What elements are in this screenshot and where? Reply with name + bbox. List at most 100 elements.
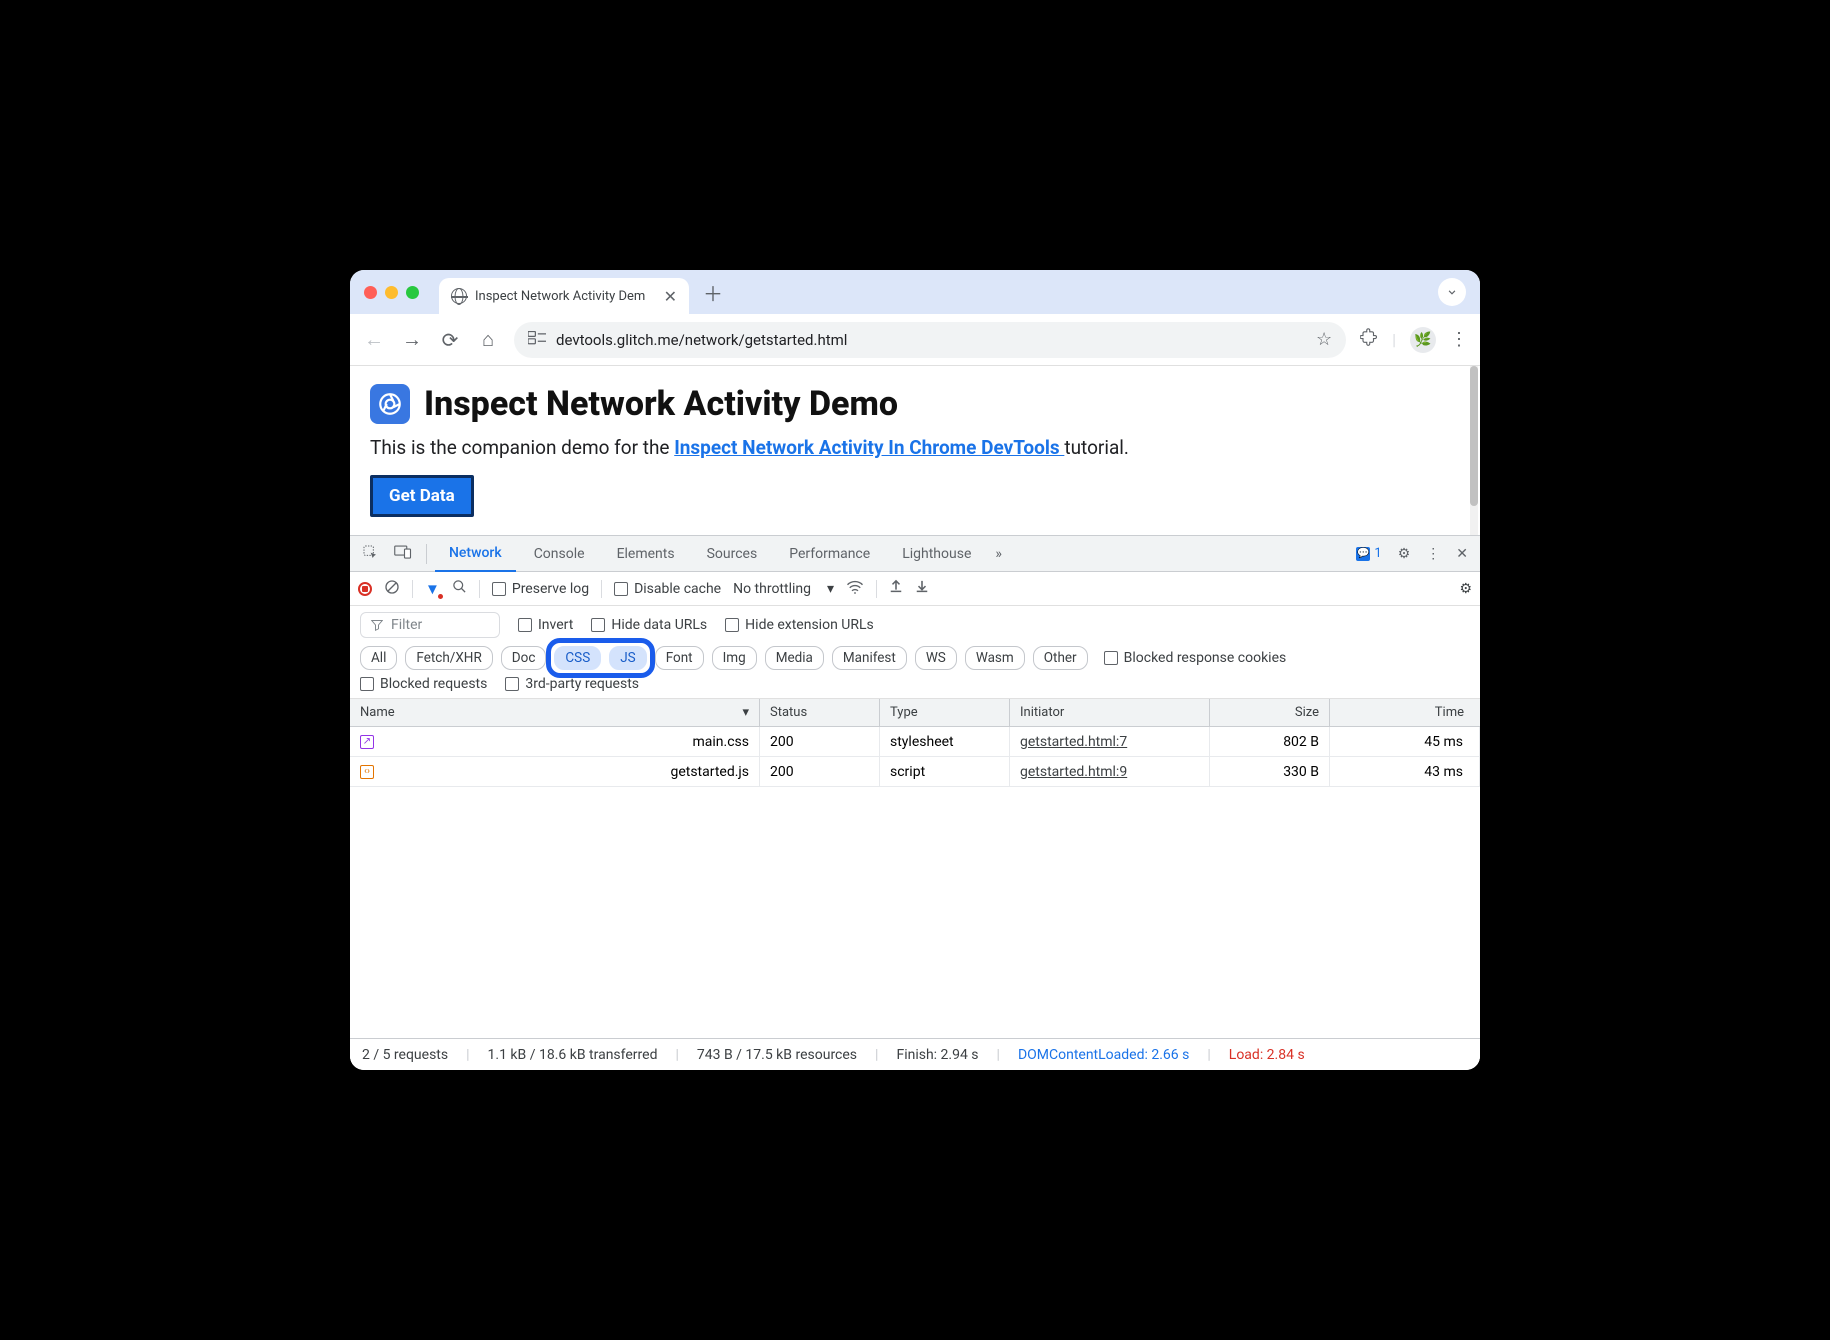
network-settings-icon[interactable]: ⚙ <box>1459 581 1472 597</box>
close-tab-button[interactable]: ✕ <box>664 287 677 306</box>
expand-window-button[interactable] <box>1438 278 1466 306</box>
funnel-icon <box>371 619 383 631</box>
devtools-menu-icon[interactable]: ⋮ <box>1420 546 1446 562</box>
js-file-icon: ‹› <box>360 765 374 779</box>
export-har-icon[interactable] <box>915 579 929 599</box>
type-pill-wasm[interactable]: Wasm <box>965 646 1025 670</box>
type-pill-manifest[interactable]: Manifest <box>832 646 907 670</box>
home-button[interactable]: ⌂ <box>476 327 500 352</box>
type-pill-img[interactable]: Img <box>712 646 757 670</box>
page-subtitle: This is the companion demo for the Inspe… <box>370 436 1460 459</box>
status-domcontentloaded: DOMContentLoaded: 2.66 s <box>1018 1047 1189 1063</box>
type-pill-css[interactable]: CSS <box>554 646 601 670</box>
site-controls-icon[interactable] <box>528 331 546 349</box>
maximize-window-button[interactable] <box>406 286 419 299</box>
hide-data-urls-checkbox[interactable]: Hide data URLs <box>591 617 707 633</box>
devtools-logo-icon <box>370 384 410 424</box>
filter-toggle-icon[interactable]: ▼ <box>425 580 440 598</box>
grid-header: Name▾ Status Type Initiator Size Time <box>350 699 1480 727</box>
tab-console[interactable]: Console <box>520 536 599 572</box>
invert-checkbox[interactable]: Invert <box>518 617 573 633</box>
status-finish: Finish: 2.94 s <box>896 1047 978 1063</box>
new-tab-button[interactable]: ＋ <box>703 278 723 307</box>
minimize-window-button[interactable] <box>385 286 398 299</box>
network-conditions-icon[interactable] <box>846 580 864 598</box>
grid-body: ↗main.css200stylesheetgetstarted.html:78… <box>350 727 1480 1038</box>
disable-cache-checkbox[interactable]: Disable cache <box>614 581 721 597</box>
type-pill-doc[interactable]: Doc <box>501 646 547 670</box>
window-controls <box>364 286 419 299</box>
browser-window: Inspect Network Activity Dem ✕ ＋ ← → ⟳ ⌂… <box>350 270 1480 1070</box>
tab-elements[interactable]: Elements <box>603 536 689 572</box>
globe-icon <box>451 288 467 304</box>
tab-lighthouse[interactable]: Lighthouse <box>888 536 985 572</box>
col-size[interactable]: Size <box>1210 699 1330 726</box>
type-pill-fetch-xhr[interactable]: Fetch/XHR <box>405 646 492 670</box>
profile-avatar[interactable]: 🌿 <box>1410 327 1436 353</box>
reload-button[interactable]: ⟳ <box>438 328 462 352</box>
tab-strip: Inspect Network Activity Dem ✕ ＋ <box>350 270 1480 314</box>
type-pill-font[interactable]: Font <box>655 646 704 670</box>
issues-badge[interactable]: 💬1 <box>1350 546 1387 561</box>
device-toggle-icon[interactable] <box>388 545 418 563</box>
devtools-tab-bar: Network Console Elements Sources Perform… <box>350 536 1480 572</box>
close-devtools-icon[interactable]: ✕ <box>1450 546 1474 562</box>
status-requests: 2 / 5 requests <box>362 1047 448 1063</box>
status-resources: 743 B / 17.5 kB resources <box>697 1047 857 1063</box>
page-scrollbar[interactable] <box>1470 366 1478 535</box>
bookmark-star-icon[interactable]: ☆ <box>1316 329 1332 350</box>
status-transferred: 1.1 kB / 18.6 kB transferred <box>488 1047 658 1063</box>
browser-toolbar: ← → ⟳ ⌂ devtools.glitch.me/network/getst… <box>350 314 1480 366</box>
address-bar[interactable]: devtools.glitch.me/network/getstarted.ht… <box>514 322 1346 358</box>
tab-network[interactable]: Network <box>435 536 516 572</box>
page-content: Inspect Network Activity Demo This is th… <box>350 366 1480 535</box>
status-load: Load: 2.84 s <box>1229 1047 1305 1063</box>
extensions-icon[interactable] <box>1360 328 1378 351</box>
network-grid: Name▾ Status Type Initiator Size Time ↗m… <box>350 699 1480 1038</box>
url-text: devtools.glitch.me/network/getstarted.ht… <box>556 331 847 349</box>
tab-sources[interactable]: Sources <box>693 536 772 572</box>
tab-title: Inspect Network Activity Dem <box>475 289 645 304</box>
type-pill-all[interactable]: All <box>360 646 397 670</box>
throttling-select[interactable]: No throttling▾ <box>733 581 834 597</box>
third-party-checkbox[interactable]: 3rd-party requests <box>505 676 639 692</box>
blocked-requests-checkbox[interactable]: Blocked requests <box>360 676 487 692</box>
css-file-icon: ↗ <box>360 735 374 749</box>
more-tabs-icon[interactable]: » <box>989 546 1008 562</box>
network-toolbar: ▼ Preserve log Disable cache No throttli… <box>350 572 1480 606</box>
network-status-bar: 2 / 5 requests| 1.1 kB / 18.6 kB transfe… <box>350 1038 1480 1070</box>
type-pill-media[interactable]: Media <box>765 646 824 670</box>
clear-button[interactable] <box>384 579 400 599</box>
blocked-cookies-checkbox[interactable]: Blocked response cookies <box>1104 650 1287 666</box>
table-row[interactable]: ‹›getstarted.js200scriptgetstarted.html:… <box>350 757 1480 787</box>
import-har-icon[interactable] <box>889 579 903 599</box>
type-pill-ws[interactable]: WS <box>915 646 957 670</box>
search-icon[interactable] <box>452 579 467 598</box>
close-window-button[interactable] <box>364 286 377 299</box>
col-name[interactable]: Name▾ <box>350 699 760 726</box>
browser-menu-button[interactable]: ⋮ <box>1450 329 1468 350</box>
tab-performance[interactable]: Performance <box>775 536 884 572</box>
col-status[interactable]: Status <box>760 699 880 726</box>
resource-type-filters: All Fetch/XHR Doc CSS JS Font Img Media Manifest… <box>360 646 1470 670</box>
filter-input[interactable]: Filter <box>360 612 500 638</box>
inspect-element-icon[interactable] <box>356 544 384 564</box>
col-type[interactable]: Type <box>880 699 1010 726</box>
devtools-panel: Network Console Elements Sources Perform… <box>350 535 1480 1070</box>
hide-extension-urls-checkbox[interactable]: Hide extension URLs <box>725 617 874 633</box>
type-pill-other[interactable]: Other <box>1033 646 1088 670</box>
col-initiator[interactable]: Initiator <box>1010 699 1210 726</box>
initiator-link[interactable]: getstarted.html:9 <box>1020 764 1127 780</box>
record-button[interactable] <box>358 582 372 596</box>
forward-button[interactable]: → <box>400 327 424 352</box>
settings-gear-icon[interactable]: ⚙ <box>1392 546 1417 562</box>
initiator-link[interactable]: getstarted.html:7 <box>1020 734 1127 750</box>
table-row[interactable]: ↗main.css200stylesheetgetstarted.html:78… <box>350 727 1480 757</box>
browser-tab[interactable]: Inspect Network Activity Dem ✕ <box>439 278 689 314</box>
preserve-log-checkbox[interactable]: Preserve log <box>492 581 589 597</box>
get-data-button[interactable]: Get Data <box>370 475 474 517</box>
type-pill-js[interactable]: JS <box>609 646 646 670</box>
tutorial-link[interactable]: Inspect Network Activity In Chrome DevTo… <box>674 436 1064 459</box>
col-time[interactable]: Time <box>1330 699 1480 726</box>
back-button[interactable]: ← <box>362 327 386 352</box>
